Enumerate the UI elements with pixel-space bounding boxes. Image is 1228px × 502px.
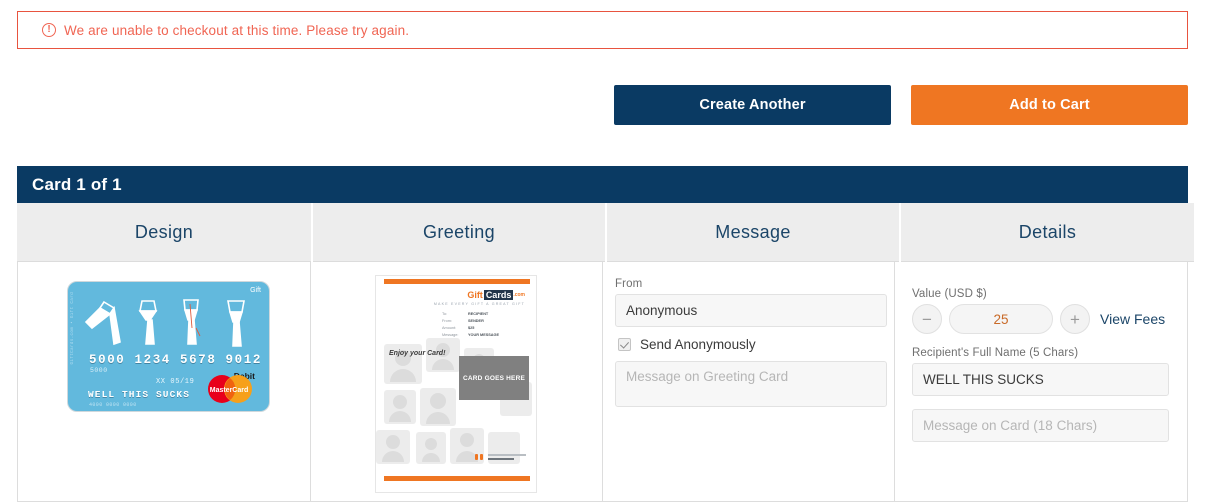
greeting-card-preview[interactable]: Gift Cards .com MAKE EVERY GIFT A GREAT GI…	[375, 275, 537, 493]
send-anonymously-row[interactable]: Send Anonymously	[618, 337, 887, 352]
design-column: GiftCards.com • Gift Card Gift 5000 1234…	[17, 262, 311, 502]
greeting-meta-value: SENDER	[468, 319, 484, 323]
greeting-logo-gift: Gift	[467, 290, 483, 300]
send-anonymously-checkbox[interactable]	[618, 338, 631, 351]
message-column: From Send Anonymously	[603, 262, 895, 502]
greeting-column: Gift Cards .com MAKE EVERY GIFT A GREAT GI…	[311, 262, 603, 502]
message-form: From Send Anonymously	[615, 278, 887, 412]
greeting-meta-list: To: RECIPIENT From: SENDER Amount: $25 M…	[442, 312, 524, 340]
exclamation-circle-icon: !	[42, 23, 56, 37]
neckties-artwork	[84, 299, 245, 347]
error-alert: ! We are unable to checkout at this time…	[17, 11, 1188, 49]
send-anonymously-label: Send Anonymously	[640, 337, 756, 352]
greeting-enjoy-text: Enjoy your Card!	[389, 350, 446, 357]
column-body-row: GiftCards.com • Gift Card Gift 5000 1234…	[17, 262, 1188, 502]
checkout-page: ! We are unable to checkout at this time…	[0, 0, 1228, 502]
recipient-name-input[interactable]	[912, 363, 1169, 396]
greeting-bottom-bar	[384, 476, 530, 481]
card-panel: Card 1 of 1 Design Greeting Message Deta…	[17, 166, 1194, 502]
create-another-button[interactable]: Create Another	[614, 85, 891, 125]
card-expiry: XX 05/19	[156, 378, 195, 386]
greeting-meta-key: Message:	[442, 333, 459, 337]
greeting-meta-row: From: SENDER	[442, 319, 524, 323]
greeting-footer-dot	[480, 454, 483, 460]
greeting-meta-row: Amount: $25	[442, 326, 524, 330]
greeting-meta-value: RECIPIENT	[468, 312, 489, 316]
greeting-top-bar	[384, 279, 530, 284]
greeting-footer-text	[488, 454, 526, 460]
greeting-logo-tm: .com	[513, 292, 525, 298]
greeting-meta-row: To: RECIPIENT	[442, 312, 524, 316]
recipient-name-label: Recipient's Full Name (5 Chars)	[912, 347, 1079, 359]
card-message-input[interactable]	[912, 409, 1169, 442]
card-holder-name: WELL THIS SUCKS	[88, 389, 191, 400]
greeting-card-placeholder: CARD GOES HERE	[459, 356, 529, 400]
greeting-logo: Gift Cards .com MAKE EVERY GIFT A GREAT GI…	[434, 290, 525, 306]
card-gift-badge: Gift	[250, 287, 261, 294]
greeting-logo-cards: Cards	[483, 290, 514, 300]
greeting-meta-row: Message: YOUR MESSAGE	[442, 333, 524, 337]
greeting-meta-key: From:	[442, 319, 452, 323]
greeting-meta-value: $25	[468, 326, 475, 330]
greeting-message-textarea[interactable]	[615, 361, 887, 407]
greeting-meta-value: YOUR MESSAGE	[468, 333, 500, 337]
details-column: Value (USD $) − 25 + View Fees Recipient…	[895, 262, 1188, 502]
plus-icon[interactable]: +	[1060, 304, 1090, 334]
from-input[interactable]	[615, 294, 887, 327]
error-alert-message: We are unable to checkout at this time. …	[64, 22, 410, 38]
greeting-footer-dot	[475, 454, 478, 460]
column-header-details: Details	[901, 203, 1194, 262]
view-fees-link[interactable]: View Fees	[1100, 311, 1165, 327]
card-number: 5000 1234 5678 9012	[89, 353, 262, 367]
value-amount[interactable]: 25	[949, 304, 1053, 334]
column-header-row: Design Greeting Message Details	[17, 203, 1194, 262]
greeting-logo-tagline: MAKE EVERY GIFT A GREAT GIFT	[433, 302, 525, 306]
add-to-cart-button[interactable]: Add to Cart	[911, 85, 1188, 125]
mastercard-logo-icon: MasterCard	[208, 375, 252, 403]
minus-icon[interactable]: −	[912, 304, 942, 334]
column-header-message: Message	[607, 203, 899, 262]
card-number-sub: 5000	[90, 367, 108, 374]
action-bar: Create Another Add to Cart	[0, 85, 1188, 125]
gift-card-preview[interactable]: GiftCards.com • Gift Card Gift 5000 1234…	[67, 281, 270, 412]
value-label: Value (USD $)	[912, 288, 987, 300]
greeting-meta-key: Amount:	[442, 326, 457, 330]
column-header-greeting: Greeting	[313, 203, 605, 262]
card-footer-code: 4000 0000 0000	[89, 402, 137, 408]
details-form: Value (USD $) − 25 + View Fees Recipient…	[912, 288, 1169, 442]
card-panel-title: Card 1 of 1	[17, 166, 1188, 203]
svg-text:MasterCard: MasterCard	[210, 387, 249, 394]
column-header-design: Design	[17, 203, 311, 262]
from-label: From	[615, 278, 643, 290]
greeting-footer	[475, 454, 526, 460]
value-stepper: − 25 + View Fees	[912, 304, 1169, 334]
greeting-meta-key: To:	[442, 312, 448, 316]
card-side-text: GiftCards.com • Gift Card	[70, 292, 75, 365]
